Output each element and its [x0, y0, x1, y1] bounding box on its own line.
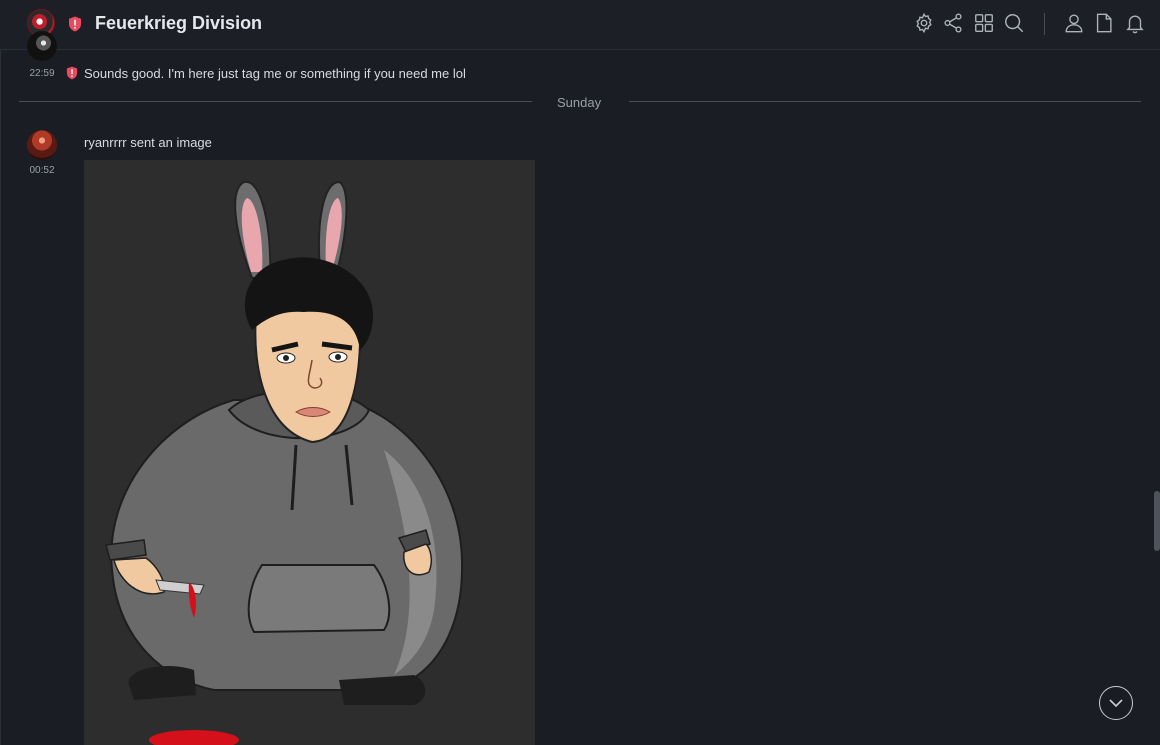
- cartoon-image: [105, 180, 464, 745]
- message-text: ryanrrrr sent an image: [84, 135, 212, 150]
- date-divider-line: [629, 101, 1141, 102]
- message-text: Sounds good. I'm here just tag me or som…: [84, 66, 466, 81]
- user-icon[interactable]: [1063, 12, 1085, 34]
- jump-to-latest-button[interactable]: [1099, 686, 1133, 720]
- shield-alert-icon: [69, 16, 81, 32]
- message-timestamp: 00:52: [29, 165, 55, 176]
- message-timestamp: 22:59: [29, 68, 55, 79]
- left-border: [0, 0, 1, 745]
- search-icon[interactable]: [1003, 12, 1025, 34]
- room-title: Feuerkrieg Division: [95, 13, 263, 33]
- share-icon[interactable]: [942, 12, 964, 34]
- bell-icon[interactable]: [1124, 12, 1146, 34]
- header-separator: [1044, 13, 1045, 35]
- sender-avatar[interactable]: [27, 130, 57, 160]
- grid-icon[interactable]: [973, 12, 995, 34]
- message-image[interactable]: [84, 160, 535, 745]
- date-divider-label: Sunday: [557, 95, 602, 110]
- chevron-down-icon: [1109, 699, 1123, 708]
- sender-avatar[interactable]: [27, 31, 57, 61]
- file-icon[interactable]: [1093, 12, 1115, 34]
- date-divider-line: [19, 101, 532, 102]
- settings-icon[interactable]: [913, 12, 935, 34]
- room-header: Feuerkrieg Division: [0, 0, 1160, 50]
- shield-alert-icon: [66, 66, 78, 80]
- scrollbar-thumb[interactable]: [1154, 491, 1160, 551]
